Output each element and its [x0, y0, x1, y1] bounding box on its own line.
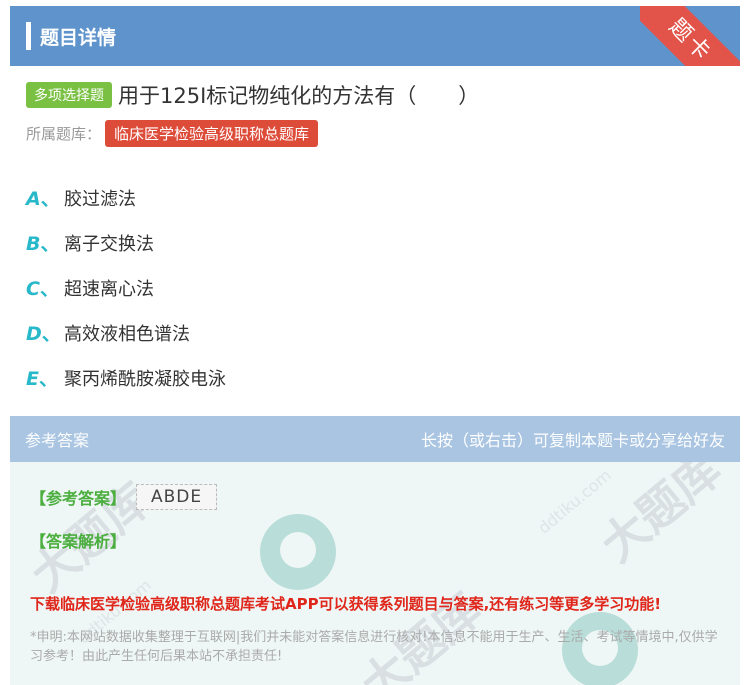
option-a[interactable]: A、 胶过滤法	[26, 175, 226, 220]
answer-section-header: 参考答案 长按（或右击）可复制本题卡或分享给好友	[10, 416, 740, 462]
answer-tag: 【参考答案】	[30, 489, 127, 508]
option-e[interactable]: E、 聚丙烯酰胺凝胶电泳	[26, 355, 226, 400]
header-accent-bar	[26, 22, 31, 50]
analysis-row: 【答案解析】	[30, 528, 126, 552]
library-link[interactable]: 临床医学检验高级职称总题库	[105, 120, 319, 147]
library-row: 所属题库： 临床医学检验高级职称总题库	[26, 120, 319, 147]
ribbon-label: 题卡	[663, 14, 717, 66]
option-text: 高效液相色谱法	[64, 323, 190, 345]
answer-row: 【参考答案】 ABDE	[30, 484, 218, 510]
share-hint: 长按（或右击）可复制本题卡或分享给好友	[420, 431, 725, 450]
question-row: 多项选择题 用于125I标记物纯化的方法有（ ）	[26, 80, 479, 110]
option-text: 超速离心法	[64, 278, 154, 300]
option-b[interactable]: B、 离子交换法	[26, 220, 226, 265]
question-type-badge: 多项选择题	[26, 82, 112, 108]
option-letter: D、	[26, 323, 61, 345]
answer-value: ABDE	[136, 484, 218, 510]
download-promo-link[interactable]: 下载临床医学检验高级职称总题库考试APP可以获得系列题目与答案,还有练习等更多学…	[30, 593, 661, 614]
watermark-logo-icon	[260, 514, 336, 590]
page-title: 题目详情	[40, 27, 117, 49]
answer-section-title: 参考答案	[25, 431, 90, 450]
disclaimer-text: *申明:本网站数据收集整理于互联网|我们并未能对答案信息进行核对!本信息不能用于…	[30, 630, 718, 664]
ribbon-corner: 题卡	[640, 6, 740, 66]
option-letter: C、	[26, 278, 59, 300]
question-text: 用于125I标记物纯化的方法有（ ）	[118, 84, 480, 108]
option-letter: A、	[26, 188, 60, 210]
option-letter: B、	[26, 233, 60, 255]
option-text: 聚丙烯酰胺凝胶电泳	[64, 368, 226, 390]
library-label: 所属题库：	[26, 125, 102, 143]
ribbon-badge: 题卡	[640, 6, 740, 66]
option-text: 离子交换法	[64, 233, 154, 255]
header-bar: 题目详情 题卡	[10, 6, 740, 66]
analysis-tag: 【答案解析】	[30, 532, 127, 551]
option-text: 胶过滤法	[64, 188, 136, 210]
options-list: A、 胶过滤法 B、 离子交换法 C、 超速离心法 D、 高效液相色谱法 E、 …	[26, 175, 226, 400]
answer-section-body: 大题库 大题库 大题库 ddtiku.com ddtiku.com 【参考答案】…	[10, 462, 740, 685]
option-d[interactable]: D、 高效液相色谱法	[26, 310, 226, 355]
option-c[interactable]: C、 超速离心法	[26, 265, 226, 310]
option-letter: E、	[26, 368, 58, 390]
